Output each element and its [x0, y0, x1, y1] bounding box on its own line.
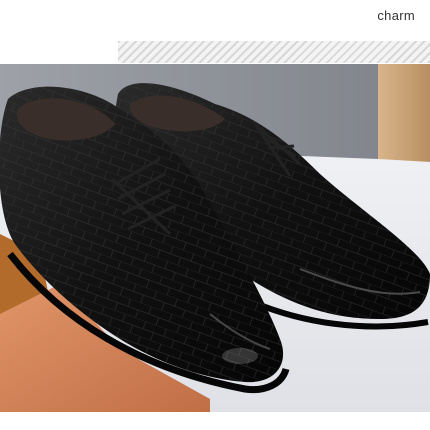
- toe-highlight: [222, 348, 258, 364]
- product-photo: [0, 64, 430, 412]
- header-banner: charm: [0, 0, 430, 64]
- decorative-stripe-band: [118, 41, 430, 63]
- brand-tag: charm: [377, 8, 415, 23]
- wood-panel: [378, 64, 430, 174]
- footer-strip: [0, 412, 430, 430]
- shoes-illustration: [0, 64, 430, 412]
